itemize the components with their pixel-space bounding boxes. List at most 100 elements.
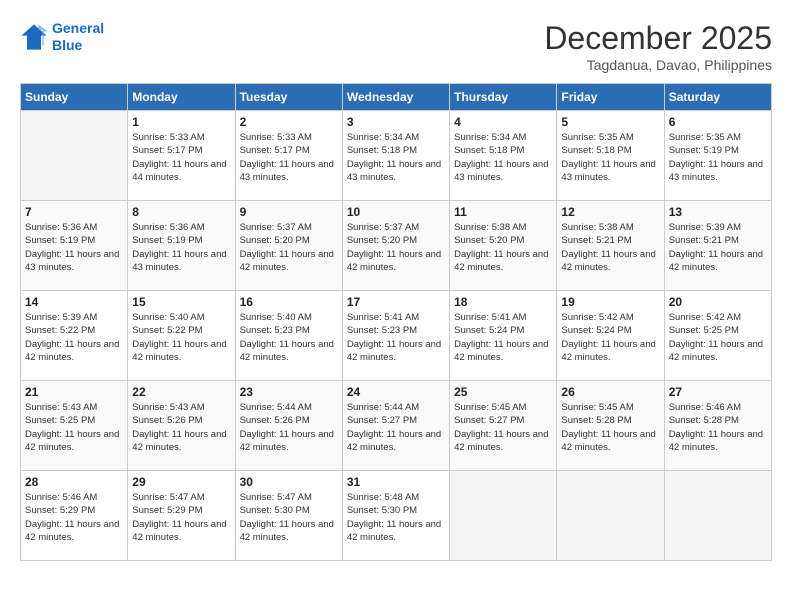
calendar-cell: 16 Sunrise: 5:40 AMSunset: 5:23 PMDayligh…: [235, 291, 342, 381]
calendar-week-row: 7Sunrise: 5:36 AMSunset: 5:19 PMDaylight…: [21, 201, 772, 291]
calendar-cell: 24Sunrise: 5:44 AMSunset: 5:27 PMDayligh…: [342, 381, 449, 471]
day-info: Sunrise: 5:35 AMSunset: 5:18 PMDaylight:…: [561, 131, 659, 184]
calendar-cell: 4 Sunrise: 5:34 AMSunset: 5:18 PMDaylight…: [450, 111, 557, 201]
day-number: 21: [25, 385, 123, 399]
day-info: Sunrise: 5:40 AMSunset: 5:23 PMDaylight:…: [240, 311, 338, 364]
day-info: Sunrise: 5:43 AMSunset: 5:25 PMDaylight:…: [25, 401, 123, 454]
calendar-cell: 5 Sunrise: 5:35 AMSunset: 5:18 PMDaylight…: [557, 111, 664, 201]
subtitle: Tagdanua, Davao, Philippines: [544, 57, 772, 73]
day-info: Sunrise: 5:46 AMSunset: 5:29 PMDaylight:…: [25, 491, 123, 544]
calendar-cell: 29 Sunrise: 5:47 AMSunset: 5:29 PMDayligh…: [128, 471, 235, 561]
day-info: Sunrise: 5:39 AMSunset: 5:22 PMDaylight:…: [25, 311, 123, 364]
day-info: Sunrise: 5:38 AMSunset: 5:21 PMDaylight:…: [561, 221, 659, 274]
day-info: Sunrise: 5:45 AMSunset: 5:27 PMDaylight:…: [454, 401, 552, 454]
day-number: 23: [240, 385, 338, 399]
weekday-header: Wednesday: [342, 84, 449, 111]
calendar-cell: [450, 471, 557, 561]
day-number: 11: [454, 205, 552, 219]
day-number: 27: [669, 385, 767, 399]
logo-text: General Blue: [52, 20, 104, 54]
day-info: Sunrise: 5:43 AMSunset: 5:26 PMDaylight:…: [132, 401, 230, 454]
calendar-cell: 23 Sunrise: 5:44 AMSunset: 5:26 PMDayligh…: [235, 381, 342, 471]
day-info: Sunrise: 5:39 AMSunset: 5:21 PMDaylight:…: [669, 221, 767, 274]
calendar-cell: 14 Sunrise: 5:39 AMSunset: 5:22 PMDayligh…: [21, 291, 128, 381]
day-number: 3: [347, 115, 445, 129]
calendar-cell: 6Sunrise: 5:35 AMSunset: 5:19 PMDaylight…: [664, 111, 771, 201]
calendar-cell: 30 Sunrise: 5:47 AMSunset: 5:30 PMDayligh…: [235, 471, 342, 561]
day-info: Sunrise: 5:41 AMSunset: 5:23 PMDaylight:…: [347, 311, 445, 364]
calendar-cell: 22 Sunrise: 5:43 AMSunset: 5:26 PMDayligh…: [128, 381, 235, 471]
calendar-cell: 2 Sunrise: 5:33 AMSunset: 5:17 PMDaylight…: [235, 111, 342, 201]
day-info: Sunrise: 5:42 AMSunset: 5:25 PMDaylight:…: [669, 311, 767, 364]
calendar-table: SundayMondayTuesdayWednesdayThursdayFrid…: [20, 83, 772, 561]
day-info: Sunrise: 5:47 AMSunset: 5:29 PMDaylight:…: [132, 491, 230, 544]
day-info: Sunrise: 5:34 AMSunset: 5:18 PMDaylight:…: [347, 131, 445, 184]
day-info: Sunrise: 5:33 AMSunset: 5:17 PMDaylight:…: [240, 131, 338, 184]
day-number: 26: [561, 385, 659, 399]
calendar-cell: 11 Sunrise: 5:38 AMSunset: 5:20 PMDayligh…: [450, 201, 557, 291]
weekday-header: Thursday: [450, 84, 557, 111]
weekday-header: Friday: [557, 84, 664, 111]
calendar-cell: 10 Sunrise: 5:37 AMSunset: 5:20 PMDayligh…: [342, 201, 449, 291]
day-number: 8: [132, 205, 230, 219]
day-number: 30: [240, 475, 338, 489]
day-number: 13: [669, 205, 767, 219]
day-info: Sunrise: 5:48 AMSunset: 5:30 PMDaylight:…: [347, 491, 445, 544]
day-info: Sunrise: 5:33 AMSunset: 5:17 PMDaylight:…: [132, 131, 230, 184]
day-number: 28: [25, 475, 123, 489]
calendar-cell: 21 Sunrise: 5:43 AMSunset: 5:25 PMDayligh…: [21, 381, 128, 471]
calendar-cell: 19 Sunrise: 5:42 AMSunset: 5:24 PMDayligh…: [557, 291, 664, 381]
day-info: Sunrise: 5:36 AMSunset: 5:19 PMDaylight:…: [25, 221, 123, 274]
calendar-cell: 15Sunrise: 5:40 AMSunset: 5:22 PMDayligh…: [128, 291, 235, 381]
title-area: December 2025 Tagdanua, Davao, Philippin…: [544, 20, 772, 73]
day-info: Sunrise: 5:45 AMSunset: 5:28 PMDaylight:…: [561, 401, 659, 454]
day-number: 10: [347, 205, 445, 219]
day-info: Sunrise: 5:41 AMSunset: 5:24 PMDaylight:…: [454, 311, 552, 364]
calendar-cell: 27 Sunrise: 5:46 AMSunset: 5:28 PMDayligh…: [664, 381, 771, 471]
calendar-week-row: 21 Sunrise: 5:43 AMSunset: 5:25 PMDayligh…: [21, 381, 772, 471]
page-header: General Blue December 2025 Tagdanua, Dav…: [20, 20, 772, 73]
calendar-header-row: SundayMondayTuesdayWednesdayThursdayFrid…: [21, 84, 772, 111]
calendar-cell: 17Sunrise: 5:41 AMSunset: 5:23 PMDayligh…: [342, 291, 449, 381]
day-info: Sunrise: 5:38 AMSunset: 5:20 PMDaylight:…: [454, 221, 552, 274]
day-info: Sunrise: 5:37 AMSunset: 5:20 PMDaylight:…: [347, 221, 445, 274]
calendar-cell: 1 Sunrise: 5:33 AMSunset: 5:17 PMDaylight…: [128, 111, 235, 201]
calendar-cell: 7Sunrise: 5:36 AMSunset: 5:19 PMDaylight…: [21, 201, 128, 291]
calendar-cell: 25 Sunrise: 5:45 AMSunset: 5:27 PMDayligh…: [450, 381, 557, 471]
calendar-week-row: 1 Sunrise: 5:33 AMSunset: 5:17 PMDaylight…: [21, 111, 772, 201]
calendar-cell: 13 Sunrise: 5:39 AMSunset: 5:21 PMDayligh…: [664, 201, 771, 291]
day-number: 16: [240, 295, 338, 309]
calendar-cell: 31 Sunrise: 5:48 AMSunset: 5:30 PMDayligh…: [342, 471, 449, 561]
day-number: 29: [132, 475, 230, 489]
day-number: 9: [240, 205, 338, 219]
weekday-header: Monday: [128, 84, 235, 111]
logo: General Blue: [20, 20, 104, 54]
day-info: Sunrise: 5:40 AMSunset: 5:22 PMDaylight:…: [132, 311, 230, 364]
day-number: 14: [25, 295, 123, 309]
day-number: 2: [240, 115, 338, 129]
weekday-header: Sunday: [21, 84, 128, 111]
calendar-cell: 9 Sunrise: 5:37 AMSunset: 5:20 PMDaylight…: [235, 201, 342, 291]
day-number: 12: [561, 205, 659, 219]
day-number: 31: [347, 475, 445, 489]
day-info: Sunrise: 5:35 AMSunset: 5:19 PMDaylight:…: [669, 131, 767, 184]
day-number: 5: [561, 115, 659, 129]
main-title: December 2025: [544, 20, 772, 57]
day-number: 18: [454, 295, 552, 309]
day-number: 4: [454, 115, 552, 129]
day-number: 22: [132, 385, 230, 399]
day-info: Sunrise: 5:37 AMSunset: 5:20 PMDaylight:…: [240, 221, 338, 274]
calendar-week-row: 14 Sunrise: 5:39 AMSunset: 5:22 PMDayligh…: [21, 291, 772, 381]
day-info: Sunrise: 5:44 AMSunset: 5:26 PMDaylight:…: [240, 401, 338, 454]
calendar-cell: 3 Sunrise: 5:34 AMSunset: 5:18 PMDaylight…: [342, 111, 449, 201]
day-number: 19: [561, 295, 659, 309]
day-info: Sunrise: 5:34 AMSunset: 5:18 PMDaylight:…: [454, 131, 552, 184]
day-number: 25: [454, 385, 552, 399]
calendar-cell: [664, 471, 771, 561]
calendar-cell: 28 Sunrise: 5:46 AMSunset: 5:29 PMDayligh…: [21, 471, 128, 561]
day-number: 1: [132, 115, 230, 129]
day-info: Sunrise: 5:46 AMSunset: 5:28 PMDaylight:…: [669, 401, 767, 454]
day-info: Sunrise: 5:47 AMSunset: 5:30 PMDaylight:…: [240, 491, 338, 544]
day-info: Sunrise: 5:42 AMSunset: 5:24 PMDaylight:…: [561, 311, 659, 364]
calendar-cell: 18 Sunrise: 5:41 AMSunset: 5:24 PMDayligh…: [450, 291, 557, 381]
